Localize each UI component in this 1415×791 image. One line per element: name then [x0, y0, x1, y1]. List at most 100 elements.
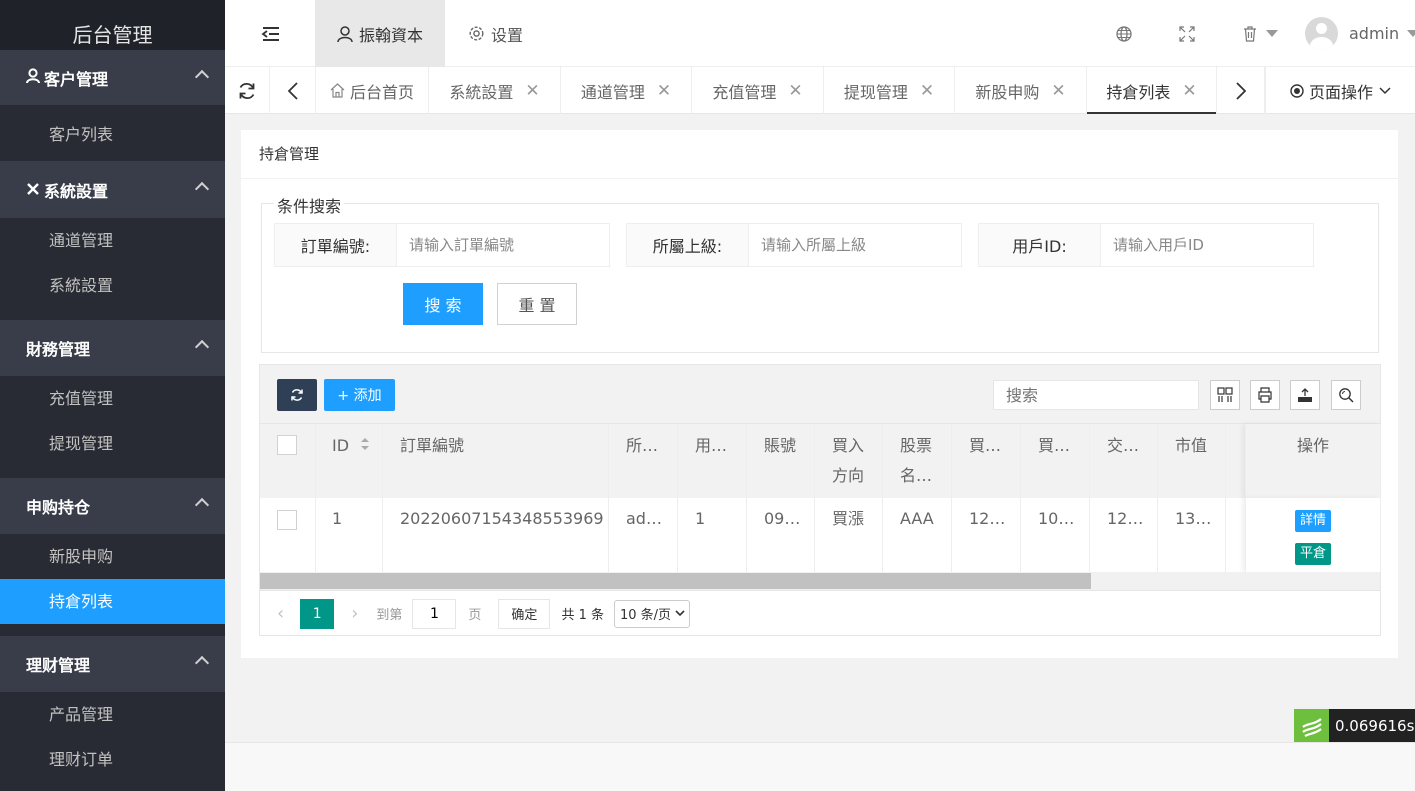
- sidebar-group-customers[interactable]: 客户管理: [0, 50, 225, 105]
- sidebar-item-recharge[interactable]: 充值管理: [0, 376, 225, 421]
- column-header-user: 用…: [678, 424, 747, 498]
- chevron-up-icon: [194, 339, 210, 355]
- chevron-up-icon: [194, 497, 210, 513]
- tab-ipo[interactable]: 新股申购 ✕: [955, 67, 1087, 114]
- row-checkbox[interactable]: [277, 510, 297, 530]
- sidebar-item-products[interactable]: 产品管理: [0, 692, 225, 737]
- debug-timer[interactable]: 0.069616s: [1294, 709, 1415, 742]
- column-header-buy-qty: 買…: [1021, 424, 1090, 498]
- chevron-down-icon: [1379, 86, 1391, 94]
- page-size-value: 10 条/页: [619, 608, 672, 623]
- sidebar-item-channels[interactable]: 通道管理: [0, 218, 225, 263]
- cell-buy-qty: 10…: [1021, 498, 1090, 572]
- chevron-up-icon: [194, 181, 210, 197]
- tab-label: 充值管理: [712, 82, 777, 102]
- sidebar-group-subscription[interactable]: 申购持仓: [0, 478, 225, 534]
- tab-scroll-right-icon[interactable]: [1217, 67, 1265, 114]
- next-page-icon[interactable]: ›: [351, 603, 358, 624]
- tab-withdraw[interactable]: 提现管理 ✕: [824, 67, 955, 114]
- parent-input[interactable]: [749, 224, 961, 266]
- refresh-icon: [291, 389, 303, 401]
- user-id-input[interactable]: [1101, 224, 1313, 266]
- close-icon[interactable]: ✕: [788, 81, 802, 101]
- page-operations-menu[interactable]: 页面操作: [1265, 67, 1415, 114]
- current-page[interactable]: 1: [300, 598, 335, 629]
- radio-dot-icon: [1290, 83, 1304, 98]
- goto-confirm-button[interactable]: 确定: [498, 598, 551, 629]
- tab-positions[interactable]: 持倉列表 ✕: [1087, 67, 1217, 114]
- avatar: [1305, 17, 1338, 50]
- search-icon[interactable]: [1331, 380, 1361, 410]
- cell-direction: 買漲: [815, 498, 883, 572]
- close-icon[interactable]: ✕: [1051, 81, 1065, 101]
- reset-button[interactable]: 重 置: [497, 283, 577, 325]
- parent-field: 所屬上級:: [626, 223, 962, 267]
- settings-menu[interactable]: 设置: [468, 0, 523, 67]
- refresh-icon[interactable]: [225, 67, 270, 114]
- timer-value: 0.069616s: [1329, 709, 1415, 742]
- tab-channels[interactable]: 通道管理 ✕: [561, 67, 692, 114]
- goto-label: 到第: [376, 608, 403, 623]
- close-icon[interactable]: ✕: [657, 81, 671, 101]
- user-icon: [337, 25, 353, 42]
- detail-button[interactable]: 詳情: [1294, 510, 1331, 532]
- tab-system-settings[interactable]: 系統設置 ✕: [429, 67, 561, 114]
- columns-filter-icon[interactable]: [1210, 380, 1240, 410]
- prev-page-icon[interactable]: ‹: [277, 603, 284, 624]
- export-icon[interactable]: [1290, 380, 1320, 410]
- sidebar-item-positions[interactable]: 持倉列表: [0, 579, 225, 624]
- sidebar-group-wealth[interactable]: 理财管理: [0, 636, 225, 692]
- add-button[interactable]: + 添加: [324, 379, 395, 411]
- order-no-input[interactable]: [397, 224, 609, 266]
- table-toolbar: + 添加: [260, 365, 1380, 424]
- select-all-checkbox[interactable]: [277, 435, 297, 455]
- column-header-actions: 操作: [1245, 424, 1381, 498]
- column-header-account: 賬號: [747, 424, 815, 498]
- tab-recharge[interactable]: 充值管理 ✕: [692, 67, 824, 114]
- account-menu[interactable]: 振翰資本: [315, 0, 445, 67]
- gear-icon: [469, 26, 484, 41]
- close-icon[interactable]: ✕: [920, 81, 934, 101]
- tools-icon: [26, 181, 44, 200]
- menu-fold-icon[interactable]: [261, 0, 281, 67]
- sidebar-item-wealth-orders[interactable]: 理财订单: [0, 737, 225, 782]
- trash-icon[interactable]: [1242, 0, 1278, 67]
- refresh-table-button[interactable]: [277, 379, 317, 411]
- cell-account: 09…: [747, 498, 815, 572]
- sidebar-item-ipo[interactable]: 新股申购: [0, 534, 225, 579]
- fullscreen-icon[interactable]: [1179, 0, 1195, 67]
- cell-hidden: [1226, 498, 1246, 572]
- caret-down-icon: [1266, 29, 1278, 37]
- sort-icon: [361, 438, 370, 450]
- search-fieldset: 条件搜索 訂單編號: 所屬上級: 用戶ID: 搜 索 重 置: [261, 193, 1379, 353]
- search-button[interactable]: 搜 索: [403, 283, 483, 325]
- content-card: 持倉管理 条件搜索 訂單編號: 所屬上級: 用戶ID: 搜 索 重 置 + 添加: [241, 130, 1398, 658]
- chevron-up-icon: [194, 69, 210, 85]
- horizontal-scrollbar[interactable]: [260, 572, 1380, 590]
- sidebar-item-withdraw[interactable]: 提现管理: [0, 421, 225, 466]
- column-header-order-no: 訂單編號: [383, 424, 609, 498]
- row-select-cell: [260, 498, 316, 572]
- tab-scroll-left-icon[interactable]: [270, 67, 316, 114]
- scrollbar-thumb[interactable]: [260, 573, 1091, 589]
- select-all-cell: [260, 424, 316, 498]
- tab-home[interactable]: 后台首页: [316, 67, 429, 114]
- data-table: + 添加 ID 訂單編號 所… 用… 賬號 買入方向: [259, 364, 1381, 636]
- globe-icon[interactable]: [1115, 0, 1133, 67]
- close-icon[interactable]: ✕: [525, 81, 539, 101]
- sidebar-item-system-settings[interactable]: 系統設置: [0, 263, 225, 308]
- table-search-input[interactable]: [993, 380, 1199, 410]
- user-menu[interactable]: admin: [1305, 0, 1415, 67]
- sidebar-group-finance[interactable]: 財務管理: [0, 320, 225, 376]
- column-header-parent: 所…: [609, 424, 678, 498]
- field-label: 訂單編號:: [275, 224, 397, 266]
- close-icon[interactable]: ✕: [1182, 81, 1196, 101]
- goto-page-input[interactable]: [412, 598, 457, 629]
- sidebar-group-system[interactable]: 系統設置: [0, 162, 225, 218]
- close-position-button[interactable]: 平倉: [1294, 543, 1331, 565]
- sidebar-item-customer-list[interactable]: 客户列表: [0, 105, 225, 161]
- column-header-id[interactable]: ID: [316, 424, 383, 498]
- user-icon: [26, 67, 44, 88]
- page-size-select[interactable]: 10 条/页: [613, 599, 691, 628]
- print-icon[interactable]: [1250, 380, 1280, 410]
